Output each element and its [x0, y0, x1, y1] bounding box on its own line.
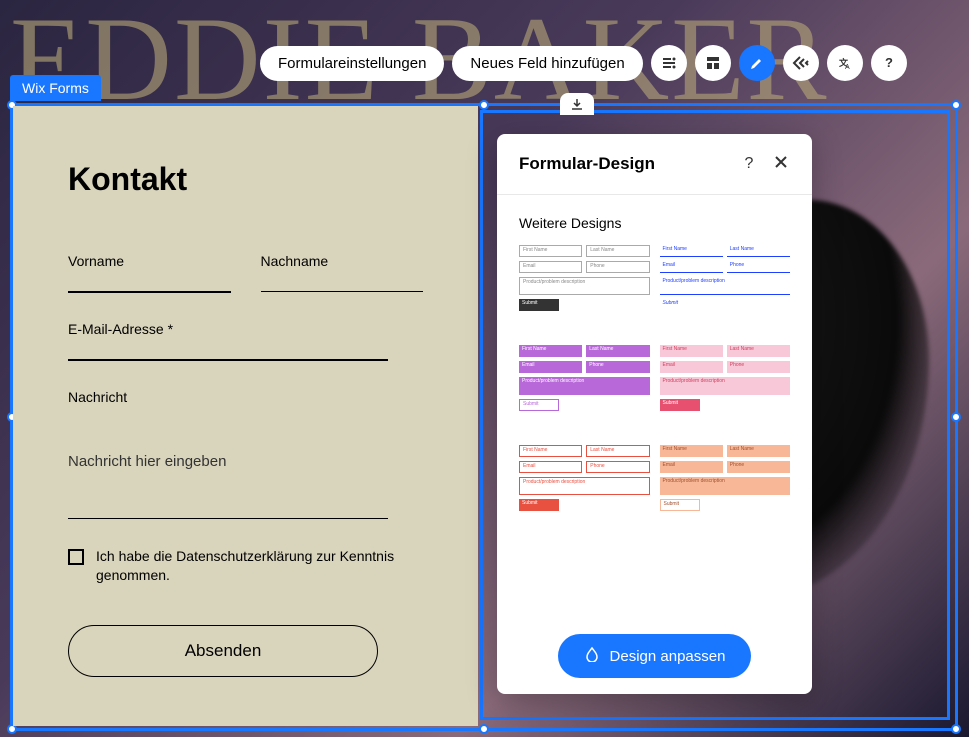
- form-design-panel: Formular-Design ? Weitere Designs First …: [497, 134, 812, 694]
- design-preset[interactable]: First NameLast Name EmailPhone Product/p…: [519, 445, 650, 535]
- selection-tag[interactable]: Wix Forms: [10, 75, 101, 101]
- design-preset[interactable]: First NameLast Name EmailPhone Product/p…: [660, 345, 791, 435]
- translate-icon[interactable]: 文A: [827, 45, 863, 81]
- add-field-button[interactable]: Neues Feld hinzufügen: [452, 46, 642, 81]
- svg-text:?: ?: [885, 55, 893, 70]
- design-preset[interactable]: First NameLast Name EmailPhone Product/p…: [519, 345, 650, 435]
- download-icon[interactable]: [560, 93, 594, 115]
- email-input[interactable]: [68, 359, 388, 361]
- design-presets-grid: First NameLast Name EmailPhone Product/p…: [519, 245, 790, 535]
- email-label: E-Mail-Adresse *: [68, 321, 423, 337]
- panel-title: Formular-Design: [519, 154, 726, 174]
- animation-icon[interactable]: [783, 45, 819, 81]
- last-name-label: Nachname: [261, 253, 424, 269]
- submit-button[interactable]: Absenden: [68, 625, 378, 677]
- panel-subtitle: Weitere Designs: [519, 215, 790, 231]
- resize-handle[interactable]: [479, 100, 489, 110]
- form-settings-button[interactable]: Formulareinstellungen: [260, 46, 444, 81]
- resize-handle[interactable]: [479, 724, 489, 734]
- panel-help-icon[interactable]: ?: [740, 155, 758, 173]
- resize-handle[interactable]: [951, 412, 961, 422]
- resize-handle[interactable]: [951, 724, 961, 734]
- design-preset[interactable]: First NameLast Name EmailPhone Product/p…: [660, 245, 791, 335]
- help-icon[interactable]: ?: [871, 45, 907, 81]
- element-toolbar: Formulareinstellungen Neues Feld hinzufü…: [260, 45, 907, 81]
- svg-text:A: A: [845, 64, 850, 71]
- design-preset[interactable]: First NameLast Name EmailPhone Product/p…: [660, 445, 791, 535]
- first-name-label: Vorname: [68, 253, 231, 269]
- first-name-input[interactable]: [68, 291, 231, 293]
- privacy-checkbox[interactable]: [68, 549, 84, 565]
- design-icon[interactable]: [739, 45, 775, 81]
- resize-handle[interactable]: [951, 100, 961, 110]
- message-input[interactable]: Nachricht hier eingeben: [68, 453, 423, 470]
- close-icon[interactable]: [772, 155, 790, 174]
- form-title: Kontakt: [68, 161, 423, 198]
- layout-icon[interactable]: [651, 45, 687, 81]
- privacy-label: Ich habe die Datenschutzerklärung zur Ke…: [96, 547, 423, 585]
- design-preset[interactable]: First NameLast Name EmailPhone Product/p…: [519, 245, 650, 335]
- droplet-icon: [584, 646, 600, 666]
- customize-design-button[interactable]: Design anpassen: [558, 634, 752, 678]
- last-name-input[interactable]: [261, 291, 424, 292]
- message-label: Nachricht: [68, 389, 423, 405]
- contact-form: Kontakt Vorname Nachname E-Mail-Adresse …: [13, 106, 478, 726]
- layers-icon[interactable]: [695, 45, 731, 81]
- customize-design-label: Design anpassen: [610, 648, 726, 665]
